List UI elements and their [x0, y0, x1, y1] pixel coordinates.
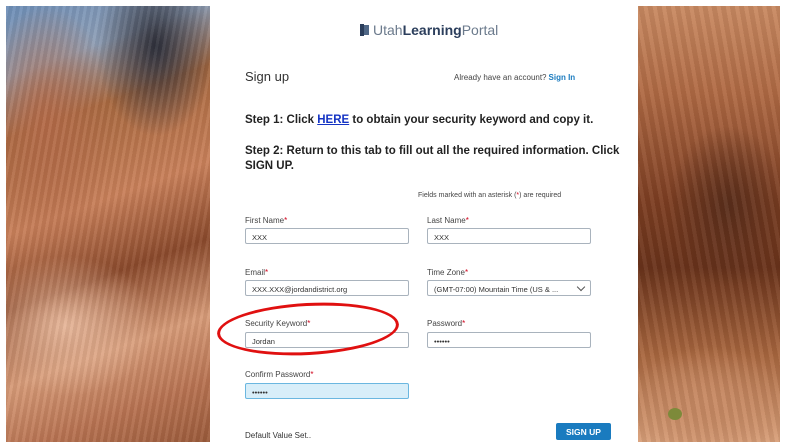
password-input[interactable]: ••••••: [427, 332, 591, 348]
confirm-password-input[interactable]: ••••••: [245, 383, 409, 399]
logo-text: UtahLearningPortal: [373, 22, 499, 38]
confirm-password-label: Confirm Password*: [245, 370, 314, 379]
time-zone-select[interactable]: (GMT-07:00) Mountain Time (US & ...: [427, 280, 591, 296]
required-fields-note: Fields marked with an asterisk (*) are r…: [418, 192, 562, 199]
background-photo-left: [6, 6, 210, 442]
email-label: Email*: [245, 268, 269, 277]
signup-panel: UtahLearningPortal Sign up Already have …: [210, 6, 638, 442]
time-zone-label: Time Zone*: [427, 268, 469, 277]
password-label: Password*: [427, 319, 466, 328]
background-photo-right: [638, 6, 780, 442]
time-zone-value: (GMT-07:00) Mountain Time (US & ...: [434, 285, 559, 294]
chevron-down-icon: [576, 282, 586, 292]
default-value-status: Default Value Set..: [245, 431, 312, 440]
sign-in-link[interactable]: Sign In: [549, 73, 576, 82]
book-icon: [360, 24, 369, 36]
have-account-text: Already have an account? Sign In: [454, 73, 576, 82]
first-name-input[interactable]: XXX: [245, 228, 409, 244]
bush-decoration: [668, 408, 682, 420]
portal-logo: UtahLearningPortal: [360, 22, 498, 38]
page-title: Sign up: [245, 69, 290, 84]
sign-up-button[interactable]: SIGN UP: [556, 423, 611, 440]
here-link[interactable]: HERE: [317, 114, 349, 126]
email-input[interactable]: XXX.XXX@jordandistrict.org: [245, 280, 409, 296]
step2-instruction: Step 2: Return to this tab to fill out a…: [245, 145, 620, 172]
first-name-label: First Name*: [245, 216, 288, 225]
step1-instruction: Step 1: Click HERE to obtain your securi…: [245, 114, 594, 126]
last-name-input[interactable]: XXX: [427, 228, 591, 244]
last-name-label: Last Name*: [427, 216, 469, 225]
